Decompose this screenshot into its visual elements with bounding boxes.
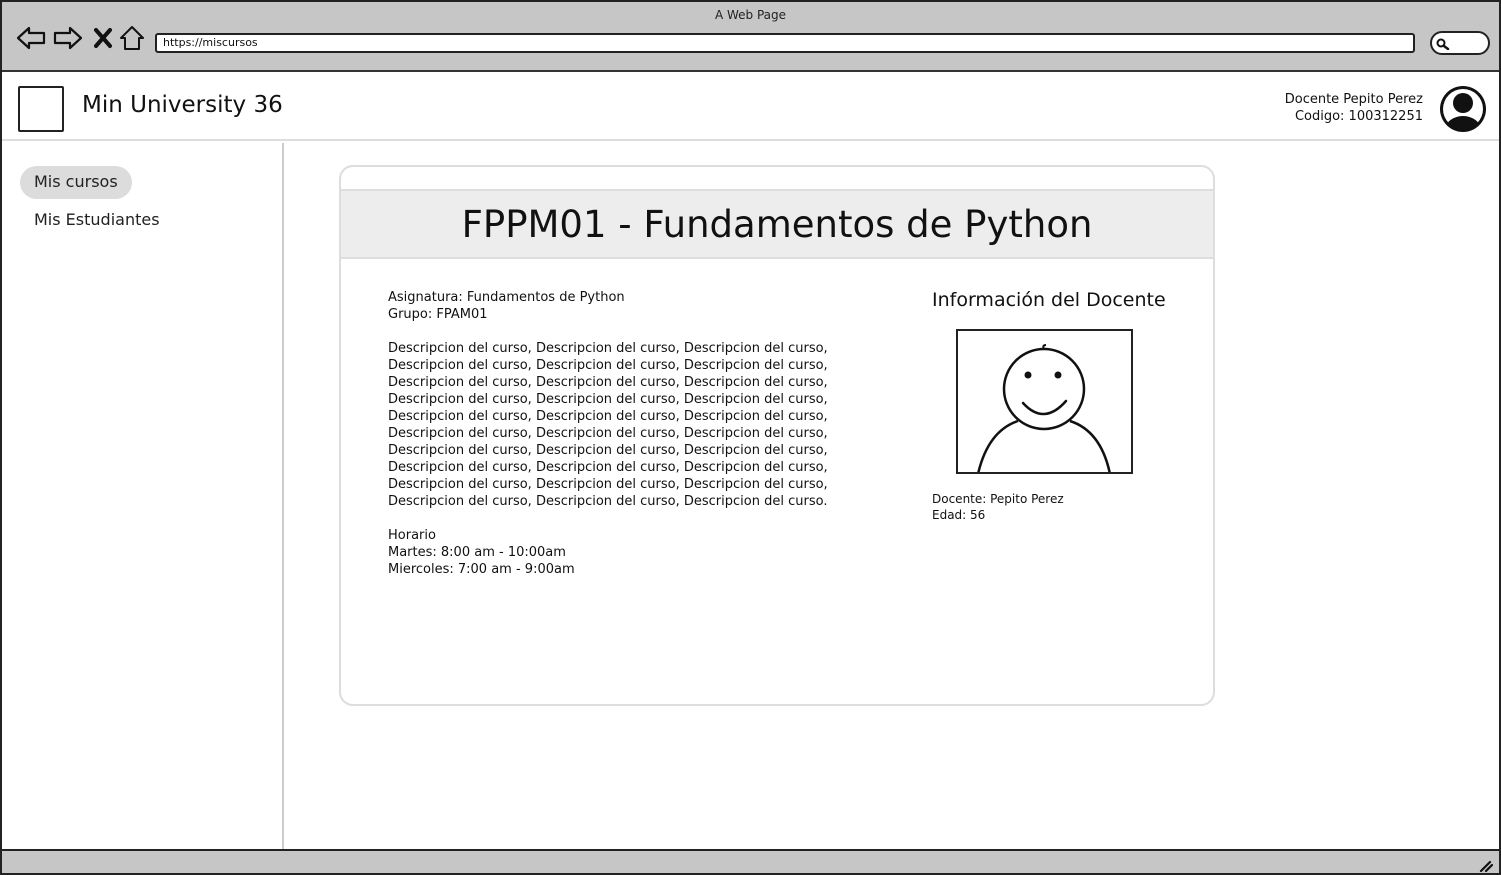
description-line: Descripcion del curso, Descripcion del c…	[388, 460, 828, 475]
teacher-panel: Información del Docente Docente: Pepito …	[932, 289, 1192, 522]
logo-placeholder	[18, 86, 64, 132]
user-name: Docente Pepito Perez	[1284, 92, 1423, 107]
course-schedule: Horario Martes: 8:00 am - 10:00am Mierco…	[388, 527, 858, 578]
user-info: Docente Pepito Perez Codigo: 100312251	[1285, 91, 1423, 125]
browser-window: A Web Page https://miscursos Min Univers…	[0, 0, 1501, 875]
window-title: A Web Page	[714, 8, 787, 22]
course-group: Grupo: FPAM01	[388, 307, 488, 322]
smiley-person-icon	[977, 344, 1111, 472]
description-line: Descripcion del curso, Descripcion del c…	[388, 426, 828, 441]
description-line: Descripcion del curso, Descripcion del c…	[388, 392, 828, 407]
description-line: Descripcion del curso, Descripcion del c…	[388, 443, 828, 458]
course-header: FPPM01 - Fundamentos de Python	[341, 189, 1213, 259]
url-input[interactable]: https://miscursos	[155, 33, 1415, 53]
sidebar-item-mis-cursos[interactable]: Mis cursos	[20, 166, 132, 199]
search-button[interactable]	[1430, 31, 1490, 55]
home-icon[interactable]	[117, 24, 147, 52]
description-line: Descripcion del curso, Descripcion del c…	[388, 409, 828, 424]
schedule-item: Martes: 8:00 am - 10:00am	[388, 545, 566, 560]
browser-toolbar: A Web Page https://miscursos	[2, 2, 1499, 72]
sidebar-item-mis-estudiantes[interactable]: Mis Estudiantes	[20, 204, 174, 237]
close-icon[interactable]	[88, 24, 118, 52]
teacher-info: Docente: Pepito Perez Edad: 56	[932, 491, 1064, 523]
description-line: Descripcion del curso, Descripcion del c…	[388, 494, 828, 509]
schedule-item: Miercoles: 7:00 am - 9:00am	[388, 562, 575, 577]
description-line: Descripcion del curso, Descripcion del c…	[388, 358, 828, 373]
course-subject: Asignatura: Fundamentos de Python	[388, 290, 625, 305]
course-details: Asignatura: Fundamentos de Python Grupo:…	[388, 289, 858, 595]
search-icon	[1436, 38, 1450, 50]
teacher-heading: Información del Docente	[932, 289, 1166, 311]
app-title: Min University 36	[82, 92, 283, 118]
status-bar	[2, 849, 1499, 873]
back-arrow-icon[interactable]	[16, 24, 46, 52]
course-description: Descripcion del curso, Descripcion del c…	[388, 340, 858, 510]
sidebar: Mis cursos Mis Estudiantes	[2, 143, 284, 849]
user-avatar-icon[interactable]	[1438, 84, 1488, 138]
schedule-title: Horario	[388, 528, 436, 543]
description-line: Descripcion del curso, Descripcion del c…	[388, 375, 828, 390]
forward-arrow-icon[interactable]	[53, 24, 83, 52]
description-line: Descripcion del curso, Descripcion del c…	[388, 477, 828, 492]
app-header: Min University 36 Docente Pepito Perez C…	[2, 74, 1499, 141]
teacher-name: Docente: Pepito Perez	[932, 492, 1064, 506]
teacher-photo	[956, 329, 1133, 474]
teacher-age: Edad: 56	[932, 508, 986, 522]
resize-grip-icon[interactable]	[1479, 857, 1494, 875]
course-card: FPPM01 - Fundamentos de Python Asignatur…	[339, 165, 1215, 706]
description-line: Descripcion del curso, Descripcion del c…	[388, 341, 828, 356]
user-code: Codigo: 100312251	[1294, 109, 1423, 124]
course-title: FPPM01 - Fundamentos de Python	[461, 203, 1093, 246]
